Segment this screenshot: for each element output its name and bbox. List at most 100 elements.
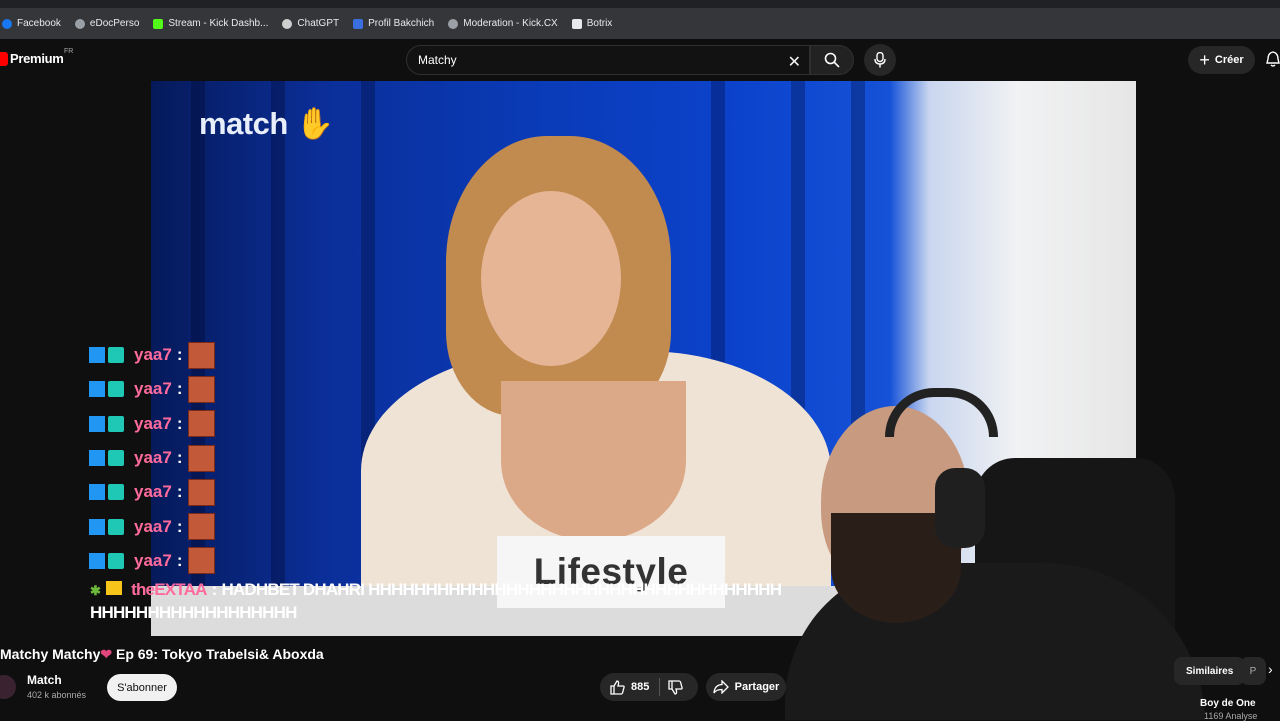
subscriber-count: 402 k abonnés	[27, 690, 87, 700]
mod-badge-icon	[108, 347, 124, 364]
bookmark-label: Facebook	[17, 18, 61, 29]
plus-icon: +	[1199, 49, 1210, 70]
kick-icon	[153, 18, 164, 29]
like-button[interactable]: 885	[600, 678, 661, 696]
streamer-webcam	[785, 388, 1205, 720]
handshake-icon: ✋	[287, 106, 335, 141]
browser-tabstrip	[0, 0, 1280, 8]
like-dislike-group: 885	[600, 673, 698, 701]
title-prefix: Matchy Matchy	[0, 646, 101, 662]
chat-line: yaa7:	[89, 509, 215, 543]
mod-badge-icon	[108, 552, 124, 569]
chat-overlay: yaa7: yaa7: yaa7: yaa7: yaa7: yaa7: yaa7:	[89, 338, 215, 578]
notifications-bell-icon[interactable]	[1266, 51, 1280, 72]
search-value: Matchy	[418, 53, 457, 67]
headset-icon	[885, 388, 998, 437]
create-label: Créer	[1214, 54, 1244, 66]
chat-line: yaa7:	[89, 407, 215, 441]
headset-earcup	[935, 468, 985, 548]
bookmark-item[interactable]: eDocPerso	[74, 18, 140, 29]
bookmark-item[interactable]: Facebook	[2, 18, 61, 29]
search-button[interactable]	[810, 45, 854, 75]
chat-line: yaa7:	[89, 441, 215, 475]
hammer-badge-icon	[89, 381, 105, 398]
chat-colon: :	[176, 482, 183, 502]
mod-badge-icon	[108, 518, 124, 535]
facebook-icon	[2, 18, 12, 29]
guest-neckline	[501, 381, 686, 541]
share-label: Partager	[734, 681, 780, 693]
bookmark-label: Stream - Kick Dashb...	[168, 18, 269, 29]
hammer-badge-icon	[89, 484, 105, 501]
search-input[interactable]: Matchy ✕	[406, 45, 810, 75]
hammer-badge-icon	[89, 552, 105, 569]
chat-username: yaa7	[134, 516, 172, 536]
search-icon	[824, 52, 840, 68]
bookmark-item[interactable]: ChatGPT	[282, 18, 339, 29]
bookmark-label: Botrix	[586, 18, 613, 29]
emote-icon	[187, 444, 215, 472]
emote-icon	[187, 513, 215, 541]
video-title: Matchy Matchy❤ Ep 69: Tokyo Trabelsi& Ab…	[0, 646, 324, 663]
subscribe-button[interactable]: S'abonner	[107, 674, 177, 701]
chat-line: yaa7:	[89, 338, 215, 372]
globe-icon	[448, 18, 459, 29]
chat-colon: :	[176, 413, 183, 433]
bookmark-label: eDocPerso	[89, 18, 140, 29]
bookmark-item[interactable]: Botrix	[571, 18, 613, 29]
thumbs-down-icon	[668, 679, 684, 695]
create-button[interactable]: + Créer	[1188, 46, 1255, 74]
hammer-badge-icon	[89, 450, 105, 467]
emote-icon	[187, 547, 215, 575]
chevron-right-icon[interactable]: ›	[1268, 661, 1273, 677]
heart-icon: ❤	[100, 646, 113, 662]
emote-icon	[187, 375, 215, 403]
recommended-video-title[interactable]: Boy de One	[1200, 698, 1256, 709]
clear-search-icon[interactable]: ✕	[788, 52, 801, 72]
chat-username: yaa7	[134, 550, 172, 570]
chat-line: yaa7:	[89, 372, 215, 406]
leaf-badge-icon: ✱	[90, 583, 101, 598]
voice-search-button[interactable]	[864, 44, 896, 76]
mod-badge-icon	[108, 484, 124, 501]
share-icon	[713, 680, 729, 694]
bookmark-label: Moderation - Kick.CX	[463, 18, 558, 29]
chat-username: yaa7	[134, 379, 172, 399]
chip-p[interactable]: P	[1240, 657, 1266, 685]
channel-name[interactable]: Match	[27, 673, 62, 687]
bookmark-label: ChatGPT	[297, 18, 340, 29]
emote-icon	[187, 410, 215, 438]
youtube-header: Premium FR Matchy ✕ + Créer	[0, 39, 1280, 81]
chat-colon: :	[211, 580, 218, 599]
dislike-button[interactable]	[660, 679, 691, 695]
logo-text: Premium	[10, 51, 64, 66]
chat-line: yaa7:	[89, 544, 215, 578]
hammer-badge-icon	[89, 415, 105, 432]
chat-username: yaa7	[134, 448, 172, 468]
chat-colon: :	[176, 379, 183, 399]
share-button[interactable]: Partager	[706, 673, 786, 701]
chip-similar[interactable]: Similaires	[1174, 657, 1246, 685]
youtube-premium-logo[interactable]: Premium FR	[0, 48, 73, 66]
mod-badge-icon	[108, 381, 124, 398]
microphone-icon	[874, 52, 886, 68]
guest-face	[481, 191, 621, 366]
hammer-badge-icon	[89, 347, 105, 364]
chat-username: yaa7	[134, 482, 172, 502]
title-suffix: Ep 69: Tokyo Trabelsi& Aboxda	[115, 646, 324, 662]
bookmark-item[interactable]: Stream - Kick Dashb...	[153, 18, 268, 29]
chat-username: yaa7	[134, 413, 172, 433]
like-count: 885	[631, 681, 650, 693]
chat-line: yaa7:	[89, 475, 215, 509]
channel-avatar[interactable]	[0, 675, 16, 699]
bookmark-item[interactable]: Moderation - Kick.CX	[448, 18, 558, 29]
botrix-icon	[571, 18, 582, 29]
thumbs-up-icon	[610, 679, 625, 695]
chat-line-last: ✱ theEXTAA: HADHBET DHAHRI HHHHHHHHHHHHHHH…	[90, 579, 790, 624]
hammer-badge-icon	[89, 518, 105, 535]
bookmark-item[interactable]: Profil Bakchich	[353, 18, 434, 29]
chatgpt-icon	[282, 18, 293, 29]
emote-icon	[187, 341, 215, 369]
logo-country: FR	[64, 48, 74, 55]
bakchich-icon	[353, 18, 364, 29]
